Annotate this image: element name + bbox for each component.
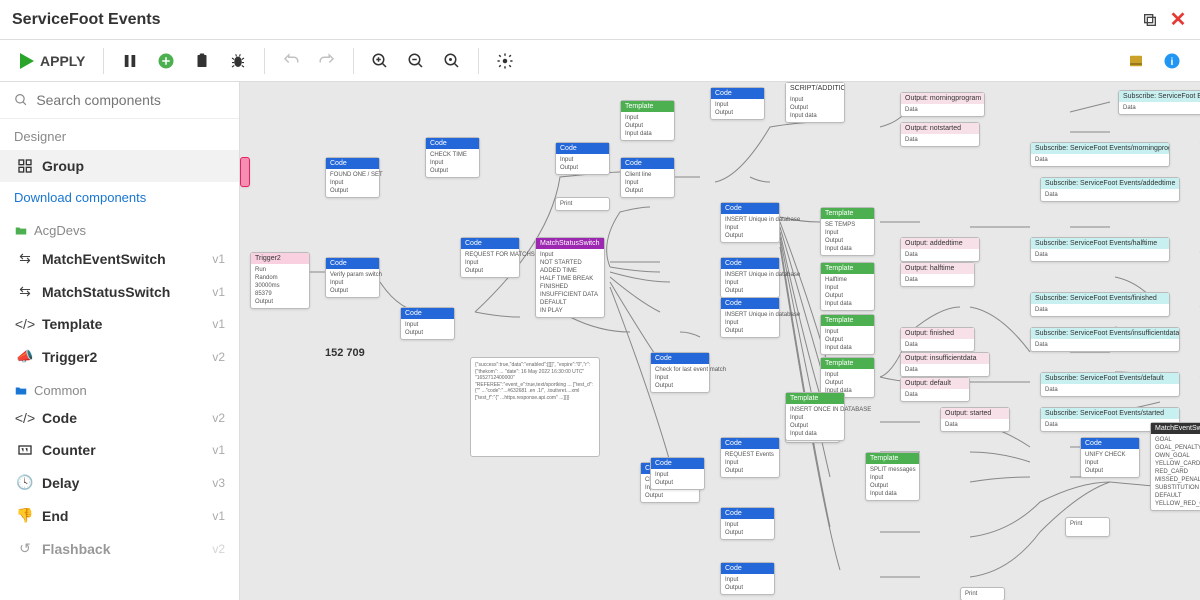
node-out-notstarted[interactable]: Output: notstartedData <box>900 122 980 147</box>
node-code5[interactable]: Code CHECK TIMEInputOutput <box>425 137 480 178</box>
settings-icon[interactable] <box>493 49 517 73</box>
canvas[interactable]: Trigger2 RunRandom30000ms85379Output Cod… <box>240 82 1200 600</box>
svg-text:i: i <box>1171 55 1174 67</box>
print-output: {"success":true,"data":"enabled":[[]]", … <box>470 357 600 457</box>
sidebar-item-matchstatusswitch[interactable]: ⇆MatchStatusSwitchv1 <box>0 275 239 308</box>
clock-icon: 🕓 <box>14 474 36 491</box>
node-tpl3[interactable]: Template HalftimeInputOutputInput data <box>820 262 875 311</box>
folder-icon <box>14 224 28 238</box>
node-code16[interactable]: Code InputOutput <box>720 507 775 540</box>
node-code-inpl[interactable]: Code InputOutput <box>650 457 705 490</box>
pause-button[interactable] <box>118 49 142 73</box>
node-sub-half[interactable]: Subscribe: ServiceFoot Events/halftimeDa… <box>1030 237 1170 262</box>
download-link[interactable]: Download components <box>0 182 239 213</box>
node-tpl1[interactable]: Template InputOutputInput data <box>620 100 675 141</box>
node-pink-partial[interactable] <box>240 157 250 187</box>
node-code2[interactable]: Code Verify param switchInputOutput <box>325 257 380 298</box>
folder-icon <box>14 384 28 398</box>
node-out-insuf[interactable]: Output: insufficientdataData <box>900 352 990 377</box>
folder-acgdevs[interactable]: AcgDevs <box>0 213 239 242</box>
titlebar: ServiceFoot Events ✕ <box>0 0 1200 40</box>
megaphone-icon: 📣 <box>14 348 36 365</box>
zoom-out-icon[interactable] <box>404 49 428 73</box>
node-code8[interactable]: Code InputOutput <box>710 87 765 120</box>
close-icon[interactable]: ✕ <box>1168 10 1188 30</box>
toolbar: APPLY i <box>0 40 1200 82</box>
node-code14[interactable]: Code REQUEST EventsInputOutput <box>720 437 780 478</box>
node-mes[interactable]: MatchEventSwitch GOALGOAL_PENALTYOWN_GOA… <box>1150 422 1200 511</box>
sidebar-item-delay[interactable]: 🕓Delayv3 <box>0 466 239 499</box>
node-sub-fin[interactable]: Subscribe: ServiceFoot Events/finishedDa… <box>1030 292 1170 317</box>
sidebar-item-trigger2[interactable]: 📣Trigger2v2 <box>0 340 239 373</box>
node-print1[interactable]: Print <box>555 197 610 211</box>
node-code18[interactable]: Code UNIFY CHECKInputOutput <box>1080 437 1140 478</box>
node-code11[interactable]: Code Check for last event matchInputOutp… <box>650 352 710 393</box>
sidebar-item-code[interactable]: </>Codev2 <box>0 402 239 434</box>
node-sub-insuf[interactable]: Subscribe: ServiceFoot Events/insufficie… <box>1030 327 1180 352</box>
node-sub-ev[interactable]: Subscribe: ServiceFoot EventsData <box>1118 90 1200 115</box>
search-input[interactable] <box>36 92 225 108</box>
node-out-started[interactable]: Output: startedData <box>940 407 1010 432</box>
add-button[interactable] <box>154 49 178 73</box>
clipboard-icon[interactable] <box>190 49 214 73</box>
node-tpl7[interactable]: Template SPLIT messagesInputOutputInput … <box>865 452 920 501</box>
node-code3[interactable]: Code InputOutput <box>400 307 455 340</box>
node-mss[interactable]: MatchStatusSwitch InputNOT STARTEDADDED … <box>535 237 605 318</box>
node-out-morning[interactable]: Output: morningprogramData <box>900 92 985 117</box>
apply-button[interactable]: APPLY <box>10 49 95 73</box>
node-code6[interactable]: Code InputOutput <box>555 142 610 175</box>
switch-icon: ⇆ <box>14 250 36 267</box>
search-icon <box>14 92 28 108</box>
node-tpl2[interactable]: Template SE TEMPSInputOutputInput data <box>820 207 875 256</box>
search-row <box>0 82 239 119</box>
node-code7[interactable]: Code Client lineInputOutput <box>620 157 675 198</box>
sidebar-item-end[interactable]: 👎Endv1 <box>0 499 239 532</box>
sidebar-item-group[interactable]: Group <box>0 150 239 182</box>
template-icon: </> <box>14 316 36 332</box>
node-sub-add[interactable]: Subscribe: ServiceFoot Events/addedtimeD… <box>1040 177 1180 202</box>
counter-label: 152 709 <box>325 347 365 359</box>
zoom-fit-icon[interactable] <box>440 49 464 73</box>
code-icon: </> <box>14 410 36 426</box>
node-code1[interactable]: Code FOUND ONE / SETInputOutput <box>325 157 380 198</box>
node-code17[interactable]: Code InputOutput <box>720 562 775 595</box>
undo-icon[interactable] <box>279 49 303 73</box>
node-sub-mp[interactable]: Subscribe: ServiceFoot Events/morningpro… <box>1030 142 1170 167</box>
node-print3[interactable]: Print <box>960 587 1005 600</box>
node-sub-def[interactable]: Subscribe: ServiceFoot Events/defaultDat… <box>1040 372 1180 397</box>
node-trigger[interactable]: Trigger2 RunRandom30000ms85379Output <box>250 252 310 309</box>
play-icon <box>20 53 34 69</box>
node-out-default[interactable]: Output: defaultData <box>900 377 970 402</box>
node-code10[interactable]: Code INSERT Unique in databaseInputOutpu… <box>720 257 780 298</box>
node-code4[interactable]: Code REQUEST FOR MATCHSInputOutput <box>460 237 520 278</box>
flash-icon: ↺ <box>14 540 36 557</box>
group-icon <box>14 158 36 174</box>
node-out-finished[interactable]: Output: finishedData <box>900 327 975 352</box>
info-icon[interactable]: i <box>1160 49 1184 73</box>
counter-icon <box>14 442 36 458</box>
node-code12[interactable]: Code INSERT Unique in databaseInputOutpu… <box>720 297 780 338</box>
node-tpl6[interactable]: Template INSERT ONCE IN DATABASEInputOut… <box>785 392 845 441</box>
node-code9[interactable]: Code INSERT Unique in databaseInputOutpu… <box>720 202 780 243</box>
node-out-addedtime[interactable]: Output: addedtimeData <box>900 237 980 262</box>
duplicate-icon[interactable] <box>1140 10 1160 30</box>
zoom-in-icon[interactable] <box>368 49 392 73</box>
node-tpl-add[interactable]: SCRIPT/ADDITIONAL InputOutputInput data <box>785 82 845 123</box>
sidebar-item-flash[interactable]: ↺Flashbackv2 <box>0 532 239 565</box>
node-print2[interactable]: Print <box>1065 517 1110 537</box>
redo-icon[interactable] <box>315 49 339 73</box>
bug-icon[interactable] <box>226 49 250 73</box>
sidebar: Designer Group Download components AcgDe… <box>0 82 240 600</box>
node-out-halftime[interactable]: Output: halftimeData <box>900 262 975 287</box>
sidebar-item-counter[interactable]: Counterv1 <box>0 434 239 466</box>
sidebar-item-matcheventswitch[interactable]: ⇆MatchEventSwitchv1 <box>0 242 239 275</box>
section-designer: Designer <box>0 119 239 150</box>
switch-icon: ⇆ <box>14 283 36 300</box>
book-icon[interactable] <box>1124 49 1148 73</box>
end-icon: 👎 <box>14 507 36 524</box>
folder-common[interactable]: Common <box>0 373 239 402</box>
sidebar-item-template[interactable]: </>Templatev1 <box>0 308 239 340</box>
node-tpl4[interactable]: Template InputOutputInput data <box>820 314 875 355</box>
page-title: ServiceFoot Events <box>12 11 1132 29</box>
